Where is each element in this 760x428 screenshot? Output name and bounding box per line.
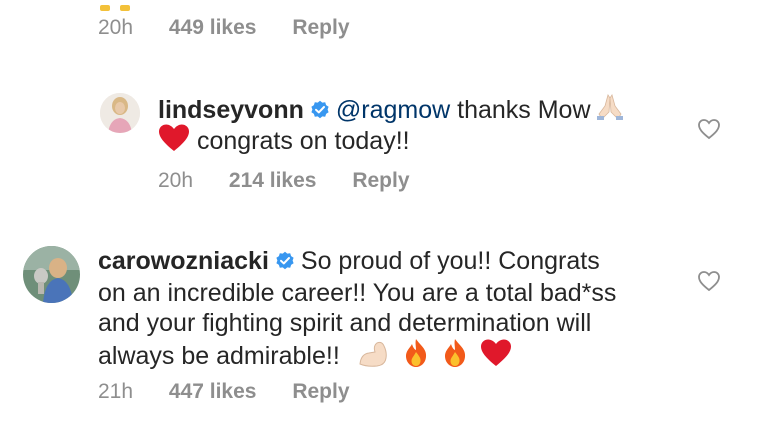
likes-count[interactable]: 214 likes xyxy=(229,169,317,192)
previous-comment-meta: 20h 449 likes Reply xyxy=(98,16,380,40)
likes-count[interactable]: 449 likes xyxy=(169,16,257,39)
username[interactable]: carowozniacki xyxy=(98,247,269,275)
reply-comment-meta: 20h 214 likes Reply xyxy=(158,169,440,193)
comment-time: 21h xyxy=(98,380,134,403)
comment-line-2: on an incredible career!! You are a tota… xyxy=(98,279,617,307)
red-heart-emoji xyxy=(158,123,190,160)
comment-line-1: carowozniacki So proud of you!! Congrats xyxy=(98,246,688,278)
comment-line-4: always be admirable!! xyxy=(98,338,688,375)
verified-badge-icon xyxy=(275,248,295,278)
comment-text: thanks Mow xyxy=(450,96,591,124)
comment-line-3: and your fighting spirit and determinati… xyxy=(98,309,592,337)
likes-count[interactable]: 447 likes xyxy=(169,380,257,403)
reply-comment-line2: congrats on today!! xyxy=(158,123,678,160)
flexed-biceps-emoji xyxy=(357,338,391,375)
main-comment-meta: 21h 447 likes Reply xyxy=(98,380,380,404)
comment-time: 20h xyxy=(158,169,194,192)
reply-button[interactable]: Reply xyxy=(292,16,349,39)
cropped-emoji-edge xyxy=(98,0,138,11)
reply-button[interactable]: Reply xyxy=(352,169,409,192)
reply-button[interactable]: Reply xyxy=(292,380,349,403)
avatar[interactable] xyxy=(100,93,140,133)
red-heart-emoji xyxy=(480,338,512,375)
comment-text: So proud of you!! Congrats xyxy=(300,247,600,275)
fire-emoji xyxy=(441,338,469,375)
username[interactable]: lindseyvonn xyxy=(158,96,304,124)
comment-text: congrats on today!! xyxy=(190,127,410,155)
fire-emoji xyxy=(402,338,430,375)
avatar[interactable] xyxy=(23,246,80,303)
comment-time: 20h xyxy=(98,16,134,39)
mention-link[interactable]: @ragmow xyxy=(336,96,450,124)
heart-outline-icon[interactable] xyxy=(697,117,721,146)
comment-text: always be admirable!! xyxy=(98,342,340,370)
heart-outline-icon[interactable] xyxy=(697,269,721,298)
main-comment-body: carowozniacki So proud of you!! Congrats … xyxy=(98,246,688,375)
